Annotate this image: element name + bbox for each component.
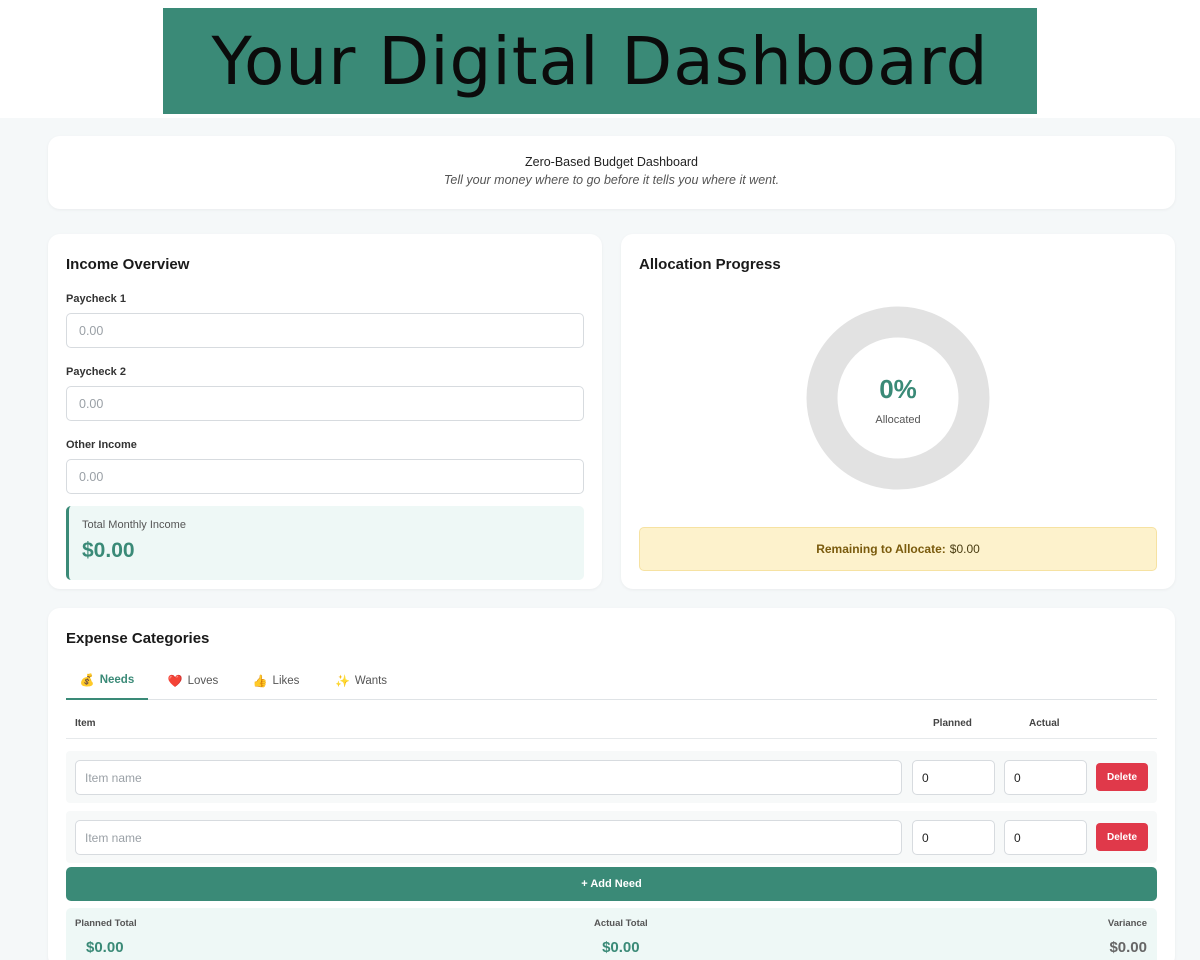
- total-income-box: Total Monthly Income $0.00: [66, 506, 584, 580]
- expense-categories-card: Expense Categories 💰 Needs ❤️ Loves 👍 Li…: [48, 608, 1175, 960]
- tab-loves-label: Loves: [187, 675, 219, 687]
- heart-icon: ❤️: [167, 674, 183, 688]
- total-income-label: Total Monthly Income: [82, 519, 186, 531]
- table-row: Delete: [66, 751, 1157, 803]
- totals-summary: Planned Total $0.00 Actual Total $0.00 V…: [66, 908, 1157, 960]
- other-income-input[interactable]: [66, 459, 584, 494]
- remaining-label: Remaining to Allocate:: [816, 542, 946, 556]
- column-item: Item: [75, 718, 96, 729]
- tab-loves[interactable]: ❤️ Loves: [156, 662, 230, 700]
- column-planned: Planned: [933, 718, 972, 729]
- header-card: Zero-Based Budget Dashboard Tell your mo…: [48, 136, 1175, 209]
- total-income-value: $0.00: [82, 539, 135, 562]
- thumbs-up-icon: 👍: [252, 674, 268, 688]
- table-row: Delete: [66, 811, 1157, 863]
- allocated-percent: 0%: [879, 374, 917, 404]
- tab-wants-label: Wants: [354, 675, 388, 687]
- page-title: Zero-Based Budget Dashboard: [524, 155, 699, 169]
- tab-needs-label: Needs: [99, 674, 135, 686]
- allocation-progress-title: Allocation Progress: [639, 256, 781, 273]
- actual-input[interactable]: [1004, 820, 1087, 855]
- actual-total-label: Actual Total: [594, 918, 648, 929]
- planned-total: Planned Total $0.00: [75, 918, 137, 956]
- income-overview-title: Income Overview: [66, 256, 190, 273]
- delete-button[interactable]: Delete: [1096, 763, 1148, 791]
- planned-total-value: $0.00: [86, 939, 124, 956]
- item-name-input[interactable]: [75, 820, 902, 855]
- paycheck-2-label: Paycheck 2: [66, 366, 126, 378]
- paycheck-2-input[interactable]: [66, 386, 584, 421]
- actual-total-value: $0.00: [602, 939, 640, 956]
- variance-value: $0.00: [1109, 939, 1147, 956]
- page-subtitle: Tell your money where to go before it te…: [443, 173, 780, 187]
- income-overview-card: Income Overview Paycheck 1 Paycheck 2 Ot…: [48, 234, 602, 589]
- planned-input[interactable]: [912, 760, 995, 795]
- banner-title: Your Digital Dashboard: [211, 22, 989, 100]
- category-tabs: 💰 Needs ❤️ Loves 👍 Likes ✨ Wants: [66, 662, 1157, 700]
- variance-total: Variance $0.00: [1108, 918, 1147, 956]
- variance-label: Variance: [1107, 918, 1147, 929]
- actual-input[interactable]: [1004, 760, 1087, 795]
- remaining-to-allocate: Remaining to Allocate: $0.00: [639, 527, 1157, 571]
- planned-input[interactable]: [912, 820, 995, 855]
- dashboard-page: Zero-Based Budget Dashboard Tell your mo…: [0, 118, 1200, 960]
- remaining-value: $0.00: [949, 542, 980, 556]
- paycheck-1-label: Paycheck 1: [66, 293, 126, 305]
- allocation-progress-card: Allocation Progress 0% Allocated Remaini…: [621, 234, 1175, 589]
- expense-categories-title: Expense Categories: [66, 630, 210, 647]
- item-name-input[interactable]: [75, 760, 902, 795]
- add-need-button[interactable]: + Add Need: [66, 867, 1157, 901]
- column-actual: Actual: [1029, 718, 1060, 729]
- table-header-divider: [66, 738, 1157, 739]
- allocation-donut: 0% Allocated: [806, 306, 990, 490]
- tab-likes-label: Likes: [272, 675, 300, 687]
- donut-center: 0% Allocated: [806, 306, 990, 490]
- banner: Your Digital Dashboard: [163, 8, 1037, 114]
- tab-wants[interactable]: ✨ Wants: [323, 662, 399, 700]
- tab-likes[interactable]: 👍 Likes: [241, 662, 311, 700]
- allocated-caption: Allocated: [875, 414, 921, 426]
- tab-needs[interactable]: 💰 Needs: [66, 662, 148, 700]
- paycheck-1-input[interactable]: [66, 313, 584, 348]
- money-bag-icon: 💰: [79, 673, 95, 687]
- actual-total: Actual Total $0.00: [594, 918, 648, 956]
- delete-button[interactable]: Delete: [1096, 823, 1148, 851]
- other-income-label: Other Income: [66, 439, 137, 451]
- planned-total-label: Planned Total: [75, 918, 137, 929]
- sparkles-icon: ✨: [334, 674, 350, 688]
